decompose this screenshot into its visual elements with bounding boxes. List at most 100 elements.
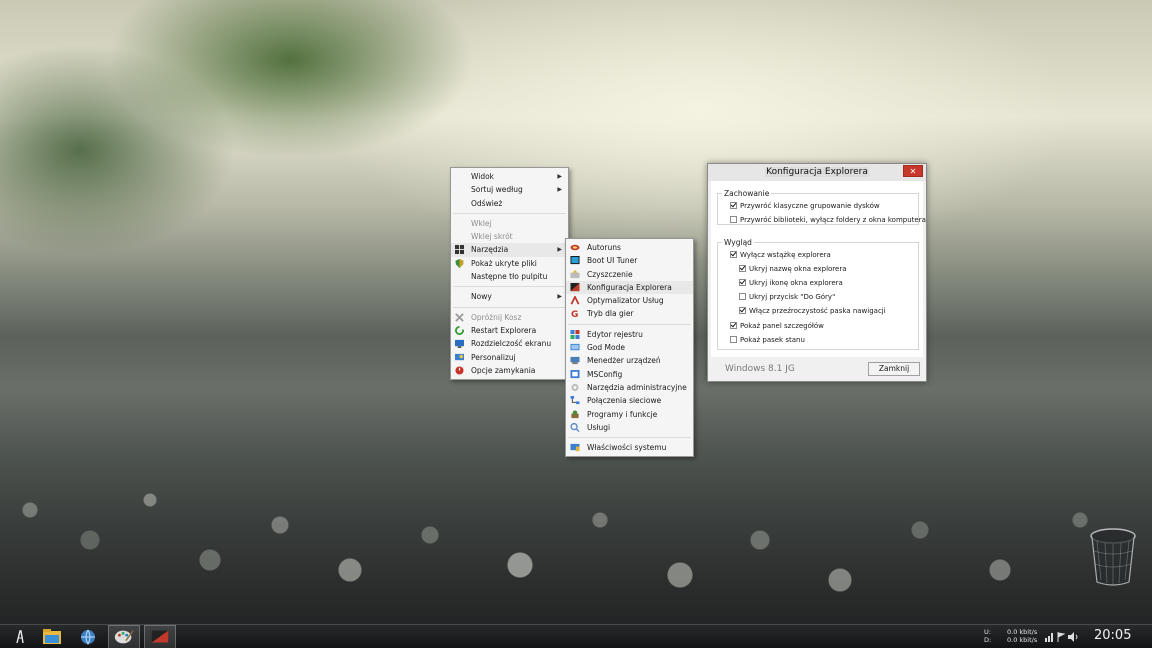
checkbox[interactable] [730, 216, 737, 223]
option-pasek-stanu[interactable]: Pokaż pasek stanu [730, 335, 805, 346]
option-ukryj-nazwe-okna[interactable]: Ukryj nazwę okna explorera [739, 264, 847, 275]
taskbar-explorer-config[interactable] [144, 625, 176, 648]
dialog-body: Zachowanie Przywróć klasyczne grupowanie… [711, 181, 926, 357]
taskbar-paint[interactable] [108, 625, 140, 648]
menu-separator [568, 437, 691, 439]
recycle-bin-icon[interactable] [1088, 526, 1138, 588]
checkbox[interactable] [739, 307, 746, 314]
menu-item-odswiez[interactable]: Odśwież [451, 197, 568, 210]
svg-text:G: G [571, 311, 578, 319]
option-ukryj-ikone-okna[interactable]: Ukryj ikonę okna explorera [739, 278, 843, 289]
net-download-speed: 0.0 kbit/s [1007, 636, 1038, 644]
option-wylacz-wstazke[interactable]: Wyłącz wstążkę explorera [730, 250, 831, 261]
checkbox[interactable] [730, 251, 737, 258]
chevron-right-icon: ▶ [557, 186, 562, 194]
god-mode-icon [570, 343, 580, 351]
menu-item-rozdzielczosc[interactable]: Rozdzielczość ekranu [451, 337, 568, 350]
submenu-item-narzedzia-administracyjne[interactable]: Narzędzia administracyjne [566, 381, 693, 394]
empty-trash-icon [455, 312, 464, 322]
checkbox[interactable] [739, 293, 746, 300]
submenu-item-boot-ui-tuner[interactable]: Boot UI Tuner [566, 254, 693, 267]
menu-item-personalizuj[interactable]: Personalizuj [451, 351, 568, 364]
group-zachowanie: Zachowanie Przywróć klasyczne grupowanie… [717, 189, 926, 225]
taskbar-file-explorer[interactable] [36, 625, 68, 648]
desktop-context-menu: Widok ▶ Sortuj według ▶ Odśwież Wklej Wkle… [450, 167, 569, 381]
menu-item-wklej-skrot[interactable]: Wklej skrót [451, 230, 568, 243]
menu-separator [453, 286, 566, 288]
menu-item-nastepne-tlo[interactable]: Następne tło pulpitu [451, 270, 568, 283]
menu-item-oproznij-kosz[interactable]: Opróżnij Kosz [451, 311, 568, 324]
checkbox[interactable] [739, 265, 746, 272]
dialog-title-bar[interactable]: Konfiguracja Explorera [708, 164, 926, 181]
explorer-config-icon [570, 282, 580, 291]
menu-item-narzedzia[interactable]: Narzędzia ▶ [451, 243, 568, 257]
chevron-right-icon: ▶ [557, 293, 562, 301]
start-button[interactable] [4, 625, 36, 648]
volume-icon[interactable] [1068, 632, 1079, 642]
option-ukryj-przycisk-do-gory[interactable]: Ukryj przycisk "Do Góry" [739, 292, 835, 303]
restart-icon [455, 325, 464, 335]
submenu-item-polaczenia-sieciowe[interactable]: Połączenia sieciowe [566, 394, 693, 407]
explorer-config-dialog: Konfiguracja Explorera ✕ Zachowanie Przy… [707, 163, 927, 382]
close-icon: ✕ [909, 167, 917, 176]
menu-item-nowy[interactable]: Nowy ▶ [451, 290, 568, 303]
dialog-footer-text: Windows 8.1 JG [725, 364, 795, 374]
close-button[interactable]: ✕ [903, 165, 923, 177]
tools-submenu: Autoruns Boot UI Tuner Czyszczenie Konfi… [565, 238, 694, 458]
game-mode-icon: G [571, 311, 578, 319]
taskbar-clock[interactable]: 20:05 [1094, 628, 1131, 644]
flag-icon[interactable] [1057, 632, 1065, 642]
submenu-item-edytor-rejestru[interactable]: Edytor rejestru [566, 328, 693, 341]
power-icon [455, 366, 464, 375]
checkbox[interactable] [739, 279, 746, 286]
taskbar: U: D: 0.0 kbit/s 0.0 kbit/s [0, 624, 1152, 648]
submenu-item-uslugi[interactable]: Usługi [566, 421, 693, 434]
menu-separator [453, 212, 566, 214]
monitor-icon [455, 340, 464, 349]
menu-item-pokaz-ukryte[interactable]: Pokaż ukryte pliki [451, 257, 568, 270]
dialog-title: Konfiguracja Explorera [765, 167, 869, 177]
system-properties-icon [570, 444, 580, 452]
group-title-zachowanie: Zachowanie [722, 189, 772, 198]
submenu-item-optymalizator-uslug[interactable]: Optymalizator Usług [566, 294, 693, 307]
submenu-item-menedzer-urzadzen[interactable]: Menedżer urządzeń [566, 354, 693, 367]
submenu-item-programy-i-funkcje[interactable]: Programy i funkcje [566, 408, 693, 421]
menu-separator [568, 323, 691, 325]
checkbox[interactable] [730, 202, 737, 209]
submenu-item-msconfig[interactable]: MSConfig [566, 368, 693, 381]
net-upload-speed: 0.0 kbit/s [1007, 628, 1038, 636]
zamknij-button[interactable]: Zamknij [868, 362, 920, 376]
menu-item-wklej[interactable]: Wklej [451, 217, 568, 230]
option-panel-szczegolow[interactable]: Pokaż panel szczegółów [730, 321, 824, 332]
net-download-label: D: [984, 636, 992, 644]
group-wyglad: Wygląd Wyłącz wstążkę explorera Ukryj na… [717, 238, 919, 350]
shield-icon [455, 258, 464, 268]
submenu-item-konfiguracja-explorera[interactable]: Konfiguracja Explorera [566, 280, 693, 295]
option-klasyczne-grupowanie[interactable]: Przywróć klasyczne grupowanie dysków [730, 201, 880, 212]
file-explorer-icon [43, 629, 61, 644]
network-signal-icon[interactable] [1045, 632, 1054, 642]
submenu-item-wlasciwosci-systemu[interactable]: Właściwości systemu [566, 441, 693, 454]
admin-tools-icon [571, 383, 579, 392]
option-przywroc-biblioteki[interactable]: Przywróć biblioteki, wyłącz foldery z ok… [730, 215, 926, 226]
menu-item-opcje-zamykania[interactable]: Opcje zamykania [451, 364, 568, 377]
checkbox[interactable] [730, 336, 737, 343]
windows-logo-icon [455, 245, 464, 255]
paint-icon [114, 630, 134, 644]
submenu-item-god-mode[interactable]: God Mode [566, 341, 693, 354]
registry-icon [570, 329, 580, 339]
menu-item-restart-explorera[interactable]: Restart Explorera [451, 324, 568, 337]
menu-item-sortuj[interactable]: Sortuj według ▶ [451, 183, 568, 196]
checkbox[interactable] [730, 322, 737, 329]
personalize-icon [455, 353, 464, 360]
menu-separator [453, 306, 566, 308]
submenu-item-czyszczenie[interactable]: Czyszczenie [566, 268, 693, 281]
cleanup-icon [570, 269, 580, 278]
menu-item-widok[interactable]: Widok ▶ [451, 170, 568, 183]
taskbar-network[interactable] [72, 625, 104, 648]
submenu-item-tryb-dla-gier[interactable]: G Tryb dla gier [566, 307, 693, 320]
submenu-item-autoruns[interactable]: Autoruns [566, 241, 693, 254]
programs-icon [571, 410, 579, 418]
chevron-right-icon: ▶ [557, 173, 562, 180]
option-przezroczystosc-paska[interactable]: Włącz przeźroczystość paska nawigacji [739, 306, 886, 317]
